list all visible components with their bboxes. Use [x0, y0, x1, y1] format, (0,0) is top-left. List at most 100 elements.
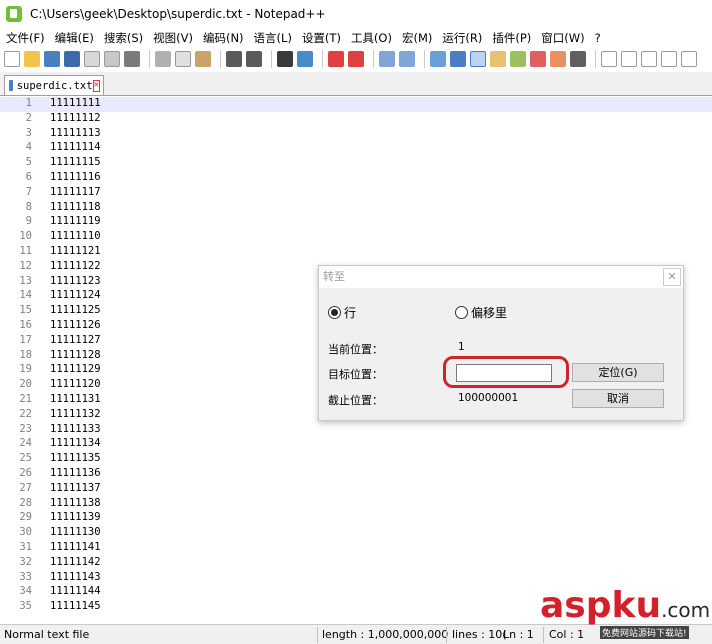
close-all-icon[interactable] — [104, 50, 120, 67]
line-number: 26 — [19, 467, 32, 479]
radio-offset-label: 偏移里 — [471, 306, 508, 320]
cancel-button[interactable]: 取消 — [572, 389, 664, 408]
radio-line[interactable]: 行 — [328, 304, 356, 321]
doc-map-icon[interactable] — [510, 50, 526, 67]
editor-line[interactable]: 1 11111111 — [0, 97, 712, 112]
play-macro-icon[interactable] — [641, 50, 657, 67]
menu-item[interactable]: 编辑(E) — [49, 30, 98, 46]
editor-line[interactable]: 31 11111141 — [0, 541, 712, 556]
tab-close-icon[interactable]: ✕ — [92, 79, 100, 92]
line-number: 13 — [19, 274, 32, 287]
editor-line[interactable]: 28 11111138 — [0, 497, 712, 512]
editor-line[interactable]: 5 11111115 — [0, 156, 712, 171]
menu-item[interactable]: 设置(T) — [296, 30, 345, 46]
new-file-icon[interactable] — [4, 50, 20, 67]
zoom-in-icon[interactable] — [328, 50, 344, 67]
editor-line[interactable]: 9 11111119 — [0, 215, 712, 230]
menu-item[interactable]: 编码(N) — [197, 30, 248, 46]
menu-item[interactable]: 视图(V) — [147, 30, 197, 46]
editor-line[interactable]: 11 11111121 — [0, 245, 712, 260]
word-wrap-icon[interactable] — [430, 50, 446, 67]
dialog-close-icon[interactable]: ✕ — [663, 268, 681, 286]
copy-icon[interactable] — [175, 50, 191, 67]
line-number: 10 — [19, 230, 32, 243]
editor-line[interactable]: 10 11111110 — [0, 230, 712, 245]
play-multiple-icon[interactable] — [661, 50, 677, 67]
sync-horizontal-icon[interactable] — [399, 50, 415, 67]
editor-line[interactable]: 8 11111118 — [0, 201, 712, 216]
editor-line[interactable]: 7 11111117 — [0, 186, 712, 201]
indent-guide-icon[interactable] — [470, 50, 486, 67]
menu-bar: 文件(F) 编辑(E) 搜索(S) 视图(V) 编码(N) 语言(L) 设置(T) 工具(O)… — [0, 28, 712, 47]
line-text: 11111125 — [50, 304, 101, 317]
close-file-icon[interactable] — [84, 50, 100, 67]
line-number: 27 — [19, 481, 32, 494]
zoom-out-icon[interactable] — [348, 50, 364, 67]
paste-icon[interactable] — [195, 50, 211, 67]
editor-line[interactable]: 33 11111143 — [0, 571, 712, 586]
line-text: 11111116 — [50, 171, 101, 183]
line-text: 11111133 — [50, 422, 101, 435]
save-icon[interactable] — [44, 50, 60, 67]
menu-item[interactable]: 运行(R) — [436, 30, 486, 46]
replace-icon[interactable] — [297, 50, 313, 67]
cut-icon[interactable] — [155, 50, 171, 67]
save-all-icon[interactable] — [64, 50, 80, 67]
radio-offset[interactable]: 偏移里 — [455, 304, 507, 321]
line-text: 11111127 — [50, 333, 101, 346]
tab-label: superdic.txt — [16, 79, 93, 92]
editor-line[interactable]: 30 11111130 — [0, 526, 712, 541]
menu-item[interactable]: 语言(L) — [248, 30, 296, 46]
line-number: 22 — [19, 407, 32, 420]
toolbar-separator — [322, 49, 323, 68]
redo-icon[interactable] — [246, 50, 262, 67]
tab-superdic[interactable]: superdic.txt ✕ — [4, 75, 104, 95]
editor-line[interactable]: 26 11111136 — [0, 467, 712, 482]
goto-button[interactable]: 定位(G) — [572, 363, 664, 382]
menu-item[interactable]: 窗口(W) — [535, 30, 588, 46]
line-number: 19 — [19, 363, 32, 376]
line-text: 11111137 — [50, 481, 101, 494]
line-text: 11111119 — [50, 215, 101, 228]
user-language-icon[interactable] — [490, 50, 506, 67]
sync-vertical-icon[interactable] — [379, 50, 395, 67]
folder-as-workspace-icon[interactable] — [550, 50, 566, 67]
editor-line[interactable]: 27 11111137 — [0, 482, 712, 497]
line-text: 11111126 — [50, 319, 101, 331]
line-text: 11111132 — [50, 407, 101, 420]
line-text: 11111135 — [50, 452, 101, 465]
function-list-icon[interactable] — [530, 50, 546, 67]
menu-item[interactable]: 宏(M) — [396, 30, 436, 46]
editor-line[interactable]: 2 11111112 — [0, 112, 712, 127]
undo-icon[interactable] — [226, 50, 242, 67]
record-macro-icon[interactable] — [601, 50, 617, 67]
menu-item[interactable]: 文件(F) — [0, 30, 49, 46]
menu-item[interactable]: ? — [589, 31, 605, 45]
editor-line[interactable]: 3 11111113 — [0, 127, 712, 142]
show-all-chars-icon[interactable] — [450, 50, 466, 67]
menu-item[interactable]: 工具(O) — [345, 30, 396, 46]
editor-line[interactable]: 6 11111116 — [0, 171, 712, 186]
status-file-type: Normal text file — [4, 628, 90, 641]
menu-item[interactable]: 搜索(S) — [98, 30, 147, 46]
editor-line[interactable]: 25 11111135 — [0, 452, 712, 467]
menu-item[interactable]: 插件(P) — [486, 30, 535, 46]
radio-unselected-icon — [455, 306, 468, 319]
editor-line[interactable]: 23 11111133 — [0, 423, 712, 438]
editor-line[interactable]: 32 11111142 — [0, 556, 712, 571]
open-folder-icon[interactable] — [24, 50, 40, 67]
save-macro-icon[interactable] — [681, 50, 697, 67]
toolbar — [0, 47, 712, 70]
find-icon[interactable] — [277, 50, 293, 67]
file-saved-icon — [9, 80, 13, 91]
line-text: 11111120 — [50, 378, 101, 391]
line-number: 29 — [19, 511, 32, 524]
stop-macro-icon[interactable] — [621, 50, 637, 67]
print-icon[interactable] — [124, 50, 140, 67]
monitoring-icon[interactable] — [570, 50, 586, 67]
line-number: 4 — [25, 141, 32, 154]
editor-line[interactable]: 4 11111114 — [0, 141, 712, 156]
editor-line[interactable]: 29 11111139 — [0, 511, 712, 526]
line-text: 11111141 — [50, 541, 101, 553]
editor-line[interactable]: 24 11111134 — [0, 437, 712, 452]
